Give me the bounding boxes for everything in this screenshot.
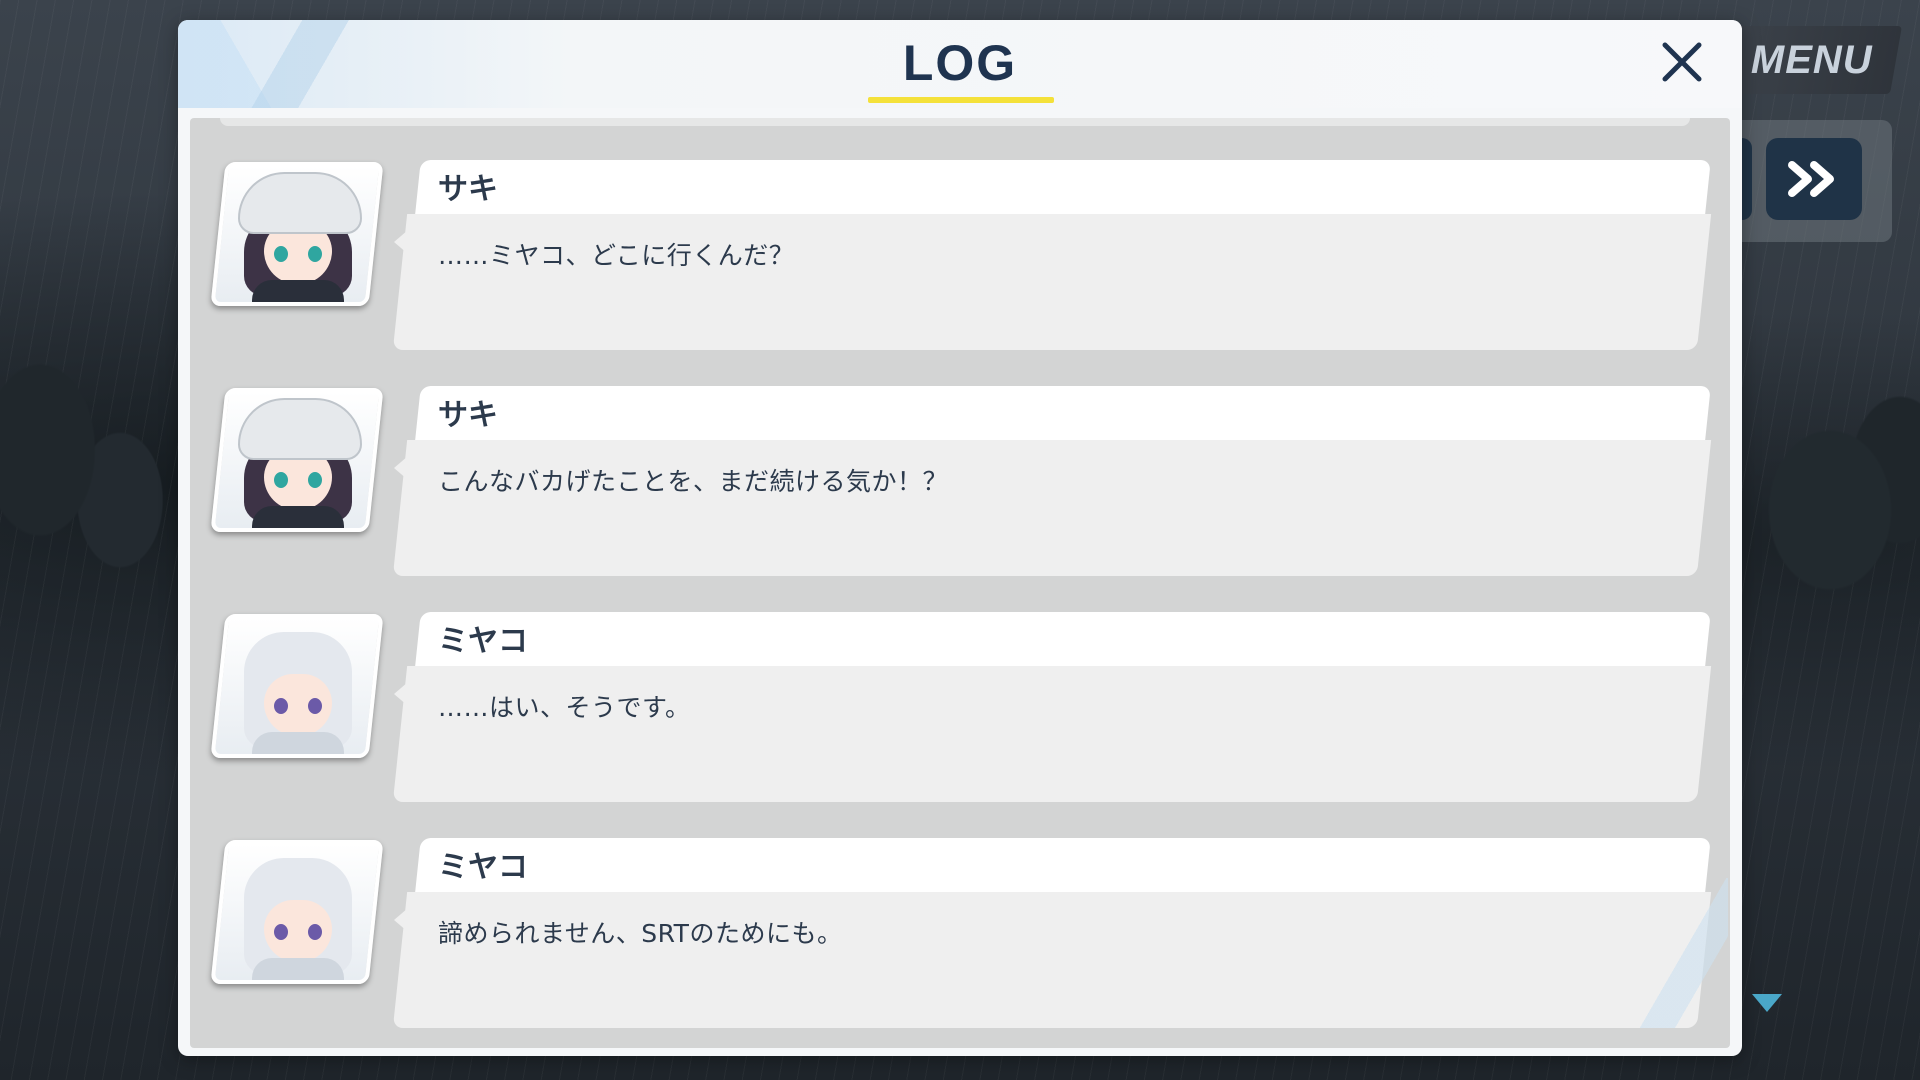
log-list[interactable]: サキ ……ミヤコ、どこに行くんだ？ サキ こんなバカげたことを、まだ続ける気か！… xyxy=(190,118,1730,1048)
speaker-name: サキ xyxy=(438,172,498,207)
speaker-name: ミヤコ xyxy=(438,624,528,659)
close-button[interactable] xyxy=(1654,34,1710,90)
log-title: LOG xyxy=(902,35,1018,91)
saki-avatar[interactable] xyxy=(210,388,384,532)
triangle-down-icon[interactable] xyxy=(1752,994,1782,1012)
dialogue-bubble: ミヤコ 諦められません、SRTのためにも。 xyxy=(380,818,1728,1032)
log-entry: サキ こんなバカげたことを、まだ続ける気か！？ xyxy=(190,366,1730,580)
dialogue-bubble: ミヤコ ……はい、そうです。 xyxy=(380,592,1716,806)
menu-label: MENU xyxy=(1751,37,1873,82)
dialogue-text: ……はい、そうです。 xyxy=(438,693,691,722)
dialogue-text: 諦められません、SRTのためにも。 xyxy=(438,919,843,948)
miyako-avatar[interactable] xyxy=(210,840,384,984)
menu-button[interactable]: MENU xyxy=(1722,26,1902,94)
speaker-name: サキ xyxy=(438,398,498,433)
log-entry: ミヤコ ……はい、そうです。 xyxy=(190,592,1730,806)
dialogue-bubble: サキ こんなバカげたことを、まだ続ける気か！？ xyxy=(380,366,1716,580)
dialogue-text: こんなバカげたことを、まだ続ける気か！？ xyxy=(438,467,949,496)
bubble-decoration xyxy=(1638,878,1728,1028)
dialogue-text: ……ミヤコ、どこに行くんだ？ xyxy=(438,241,795,270)
fast-forward-button[interactable] xyxy=(1766,138,1862,220)
saki-avatar[interactable] xyxy=(210,162,384,306)
log-window: LOG サキ ……ミヤコ、どこに行くんだ？ サキ こんなバカげたことを、まだ続け… xyxy=(178,20,1742,1056)
log-entry: サキ ……ミヤコ、どこに行くんだ？ xyxy=(190,140,1730,354)
log-header: LOG xyxy=(178,20,1742,108)
title-underline xyxy=(868,97,1054,103)
close-icon xyxy=(1662,42,1702,82)
dialogue-bubble: サキ ……ミヤコ、どこに行くんだ？ xyxy=(380,140,1716,354)
speaker-name: ミヤコ xyxy=(438,850,528,885)
miyako-avatar[interactable] xyxy=(210,614,384,758)
previous-entry-edge xyxy=(220,118,1690,126)
double-chevron-right-icon xyxy=(1788,161,1834,197)
log-entry: ミヤコ 諦められません、SRTのためにも。 xyxy=(190,818,1730,1032)
